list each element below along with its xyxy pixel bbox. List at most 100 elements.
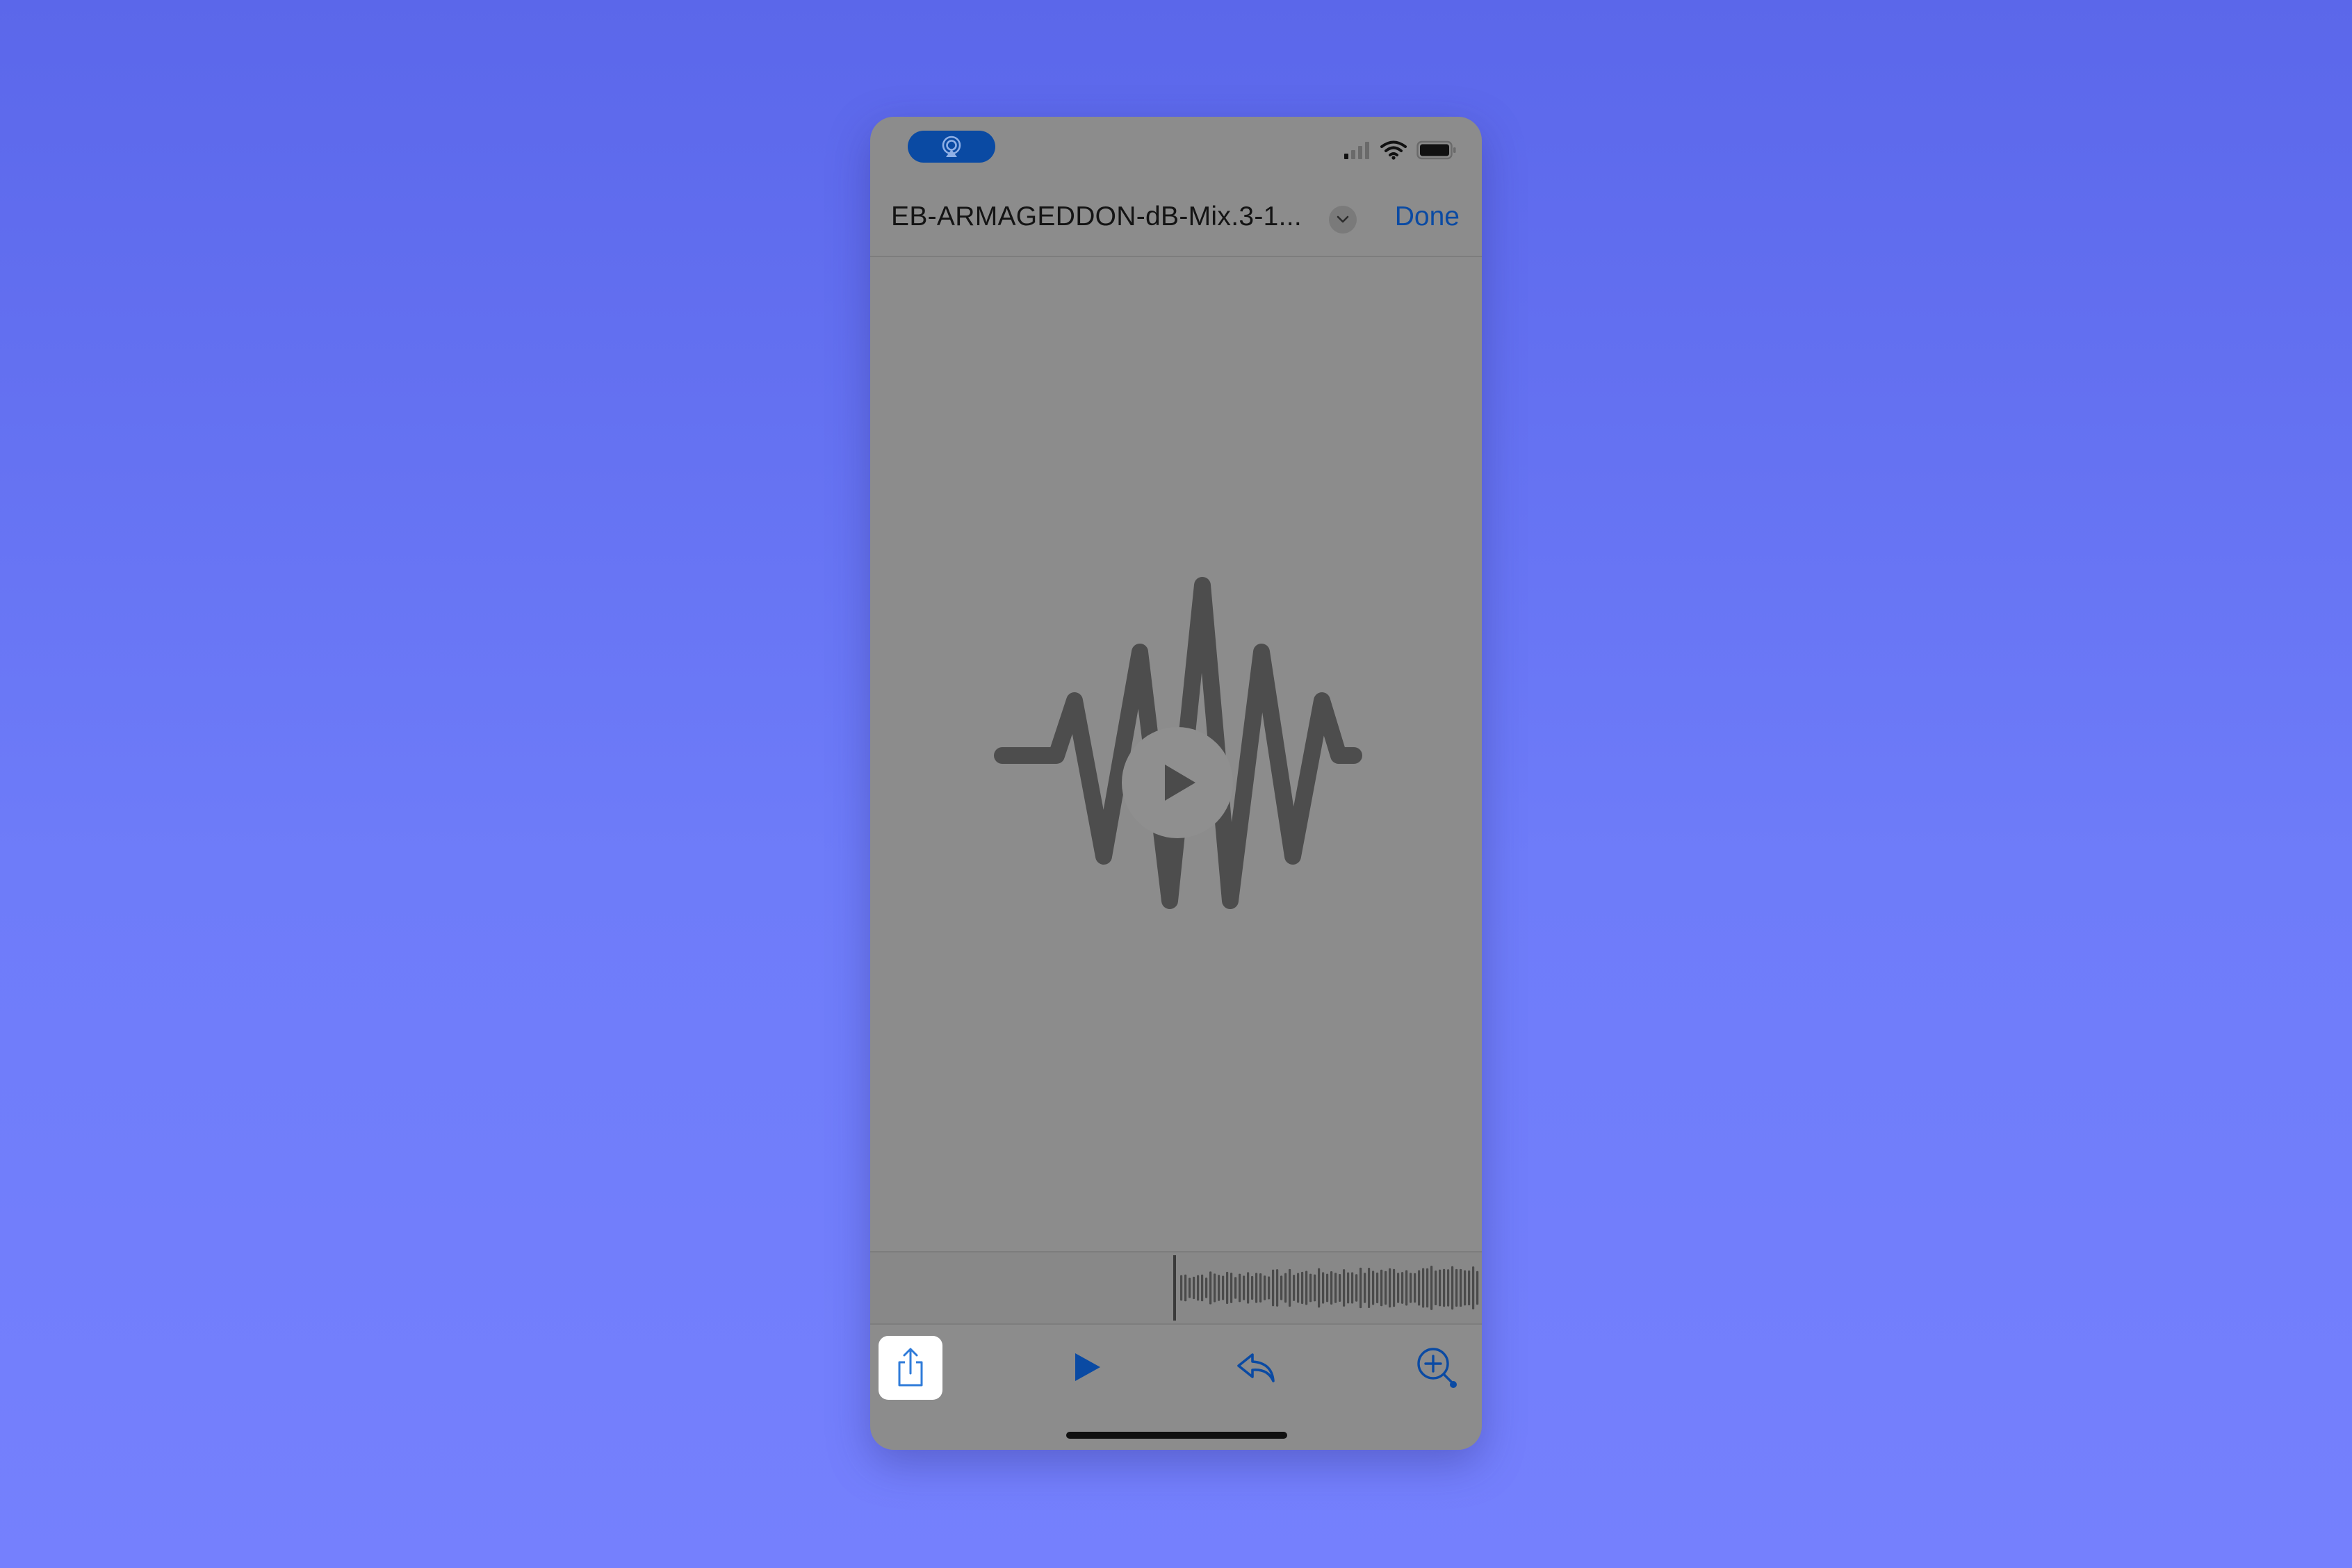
waveform-bar (1460, 1268, 1462, 1307)
waveform-bar (1193, 1276, 1195, 1300)
waveform-bar (1268, 1276, 1271, 1300)
play-icon (1165, 765, 1195, 801)
title-menu-button[interactable] (1329, 206, 1357, 234)
waveform-bar (1239, 1273, 1241, 1302)
waveform-bar (1247, 1272, 1250, 1304)
play-button[interactable] (1063, 1344, 1109, 1390)
waveform-bar (1380, 1269, 1383, 1307)
waveform-bar (1309, 1273, 1312, 1302)
waveform-bar (1201, 1274, 1204, 1302)
waveform-bar (1401, 1272, 1404, 1304)
waveform-bar (1218, 1275, 1220, 1301)
chevron-down-icon (1337, 215, 1349, 223)
battery-icon (1416, 140, 1456, 160)
waveform-bar (1189, 1277, 1191, 1298)
waveform-bar (1447, 1269, 1450, 1307)
waveform-bar (1405, 1270, 1408, 1306)
waveform-bar (1226, 1271, 1229, 1305)
waveform-bar (1289, 1268, 1291, 1307)
waveform-bar (1351, 1272, 1354, 1304)
waveform-bar (1230, 1273, 1233, 1303)
share-button[interactable] (879, 1336, 942, 1400)
waveform-bar (1364, 1273, 1366, 1303)
playhead[interactable] (1173, 1255, 1176, 1321)
waveform-bar (1451, 1266, 1454, 1310)
waveform-bar (1347, 1272, 1350, 1304)
waveform-bar (1422, 1268, 1425, 1308)
waveform-bar (1297, 1273, 1300, 1303)
cellular-signal-icon (1344, 142, 1369, 159)
waveform-bar (1397, 1273, 1400, 1303)
waveform-bar (1284, 1273, 1287, 1303)
status-bar (870, 117, 1482, 186)
waveform-bar (1339, 1274, 1341, 1302)
markup-zoom-button[interactable] (1411, 1341, 1464, 1394)
quick-look-sheet: EB-ARMAGEDDON-dB-Mix.3-1... Done (870, 117, 1482, 1450)
waveform-bar (1197, 1275, 1200, 1301)
waveform-bar (1259, 1273, 1262, 1302)
waveform-bar (1468, 1270, 1471, 1306)
file-title[interactable]: EB-ARMAGEDDON-dB-Mix.3-1... (891, 202, 1302, 232)
waveform-bar (1376, 1272, 1379, 1304)
waveform-bar (1276, 1269, 1279, 1307)
zoom-in-icon (1417, 1348, 1457, 1388)
waveform-bar (1414, 1273, 1416, 1303)
waveform-bar (1255, 1273, 1258, 1303)
audio-scrubber[interactable] (870, 1251, 1482, 1325)
waveform-bar (1214, 1273, 1216, 1302)
waveform-bar (1355, 1274, 1358, 1302)
waveform-bar (1435, 1270, 1437, 1306)
waveform-bar (1314, 1274, 1316, 1302)
waveform-bar (1209, 1271, 1212, 1305)
waveform-bar (1264, 1275, 1266, 1300)
waveform-bar (1389, 1268, 1391, 1308)
reply-icon (1237, 1353, 1275, 1382)
preview-play-button[interactable] (1122, 727, 1233, 838)
waveform-bar (1301, 1271, 1304, 1305)
waveform-bar (1251, 1275, 1254, 1300)
status-icons (1343, 140, 1457, 160)
home-indicator (1066, 1432, 1287, 1439)
reply-button[interactable] (1233, 1344, 1279, 1390)
waveform-bar (1234, 1277, 1237, 1299)
waveform-bar (1322, 1272, 1325, 1304)
wifi-icon (1380, 140, 1407, 160)
waveform-bar (1439, 1269, 1442, 1307)
waveform-bar (1418, 1270, 1421, 1306)
waveform-bar (1184, 1274, 1187, 1302)
airplay-audio-icon (942, 136, 961, 157)
waveform-bar (1472, 1266, 1475, 1309)
waveform-bar (1326, 1273, 1329, 1302)
waveform-bar (1343, 1269, 1346, 1307)
waveform-bar (1455, 1268, 1458, 1307)
waveform-bar (1293, 1275, 1296, 1301)
waveform-bar (1464, 1270, 1467, 1306)
waveform-bar (1443, 1268, 1446, 1307)
waveform-bar (1385, 1271, 1387, 1305)
waveform-bar (1372, 1271, 1375, 1305)
bottom-toolbar (870, 1323, 1482, 1450)
waveform-bar (1180, 1275, 1183, 1301)
play-icon (1075, 1353, 1100, 1381)
scrubber-waveform[interactable] (870, 1252, 1482, 1323)
done-button[interactable]: Done (1395, 202, 1460, 232)
waveform-bar (1318, 1268, 1321, 1308)
waveform-bar (1368, 1268, 1371, 1308)
waveform-bar (1305, 1271, 1308, 1305)
waveform-bar (1426, 1268, 1429, 1308)
waveform-bar (1222, 1275, 1225, 1300)
navigation-bar: EB-ARMAGEDDON-dB-Mix.3-1... Done (870, 186, 1482, 257)
waveform-bar (1280, 1275, 1283, 1300)
waveform-bar (1430, 1266, 1433, 1310)
waveform-bar (1410, 1273, 1412, 1303)
waveform-bar (1359, 1267, 1362, 1309)
waveform-bar (1205, 1277, 1208, 1298)
share-icon (898, 1348, 923, 1387)
waveform-bar (1393, 1268, 1396, 1307)
airplay-pill[interactable] (908, 131, 995, 163)
waveform-bar (1330, 1271, 1333, 1305)
waveform-bar (1334, 1273, 1337, 1303)
waveform-bar (1272, 1269, 1275, 1307)
waveform-bar (1476, 1271, 1479, 1305)
waveform-bar (1243, 1275, 1246, 1300)
